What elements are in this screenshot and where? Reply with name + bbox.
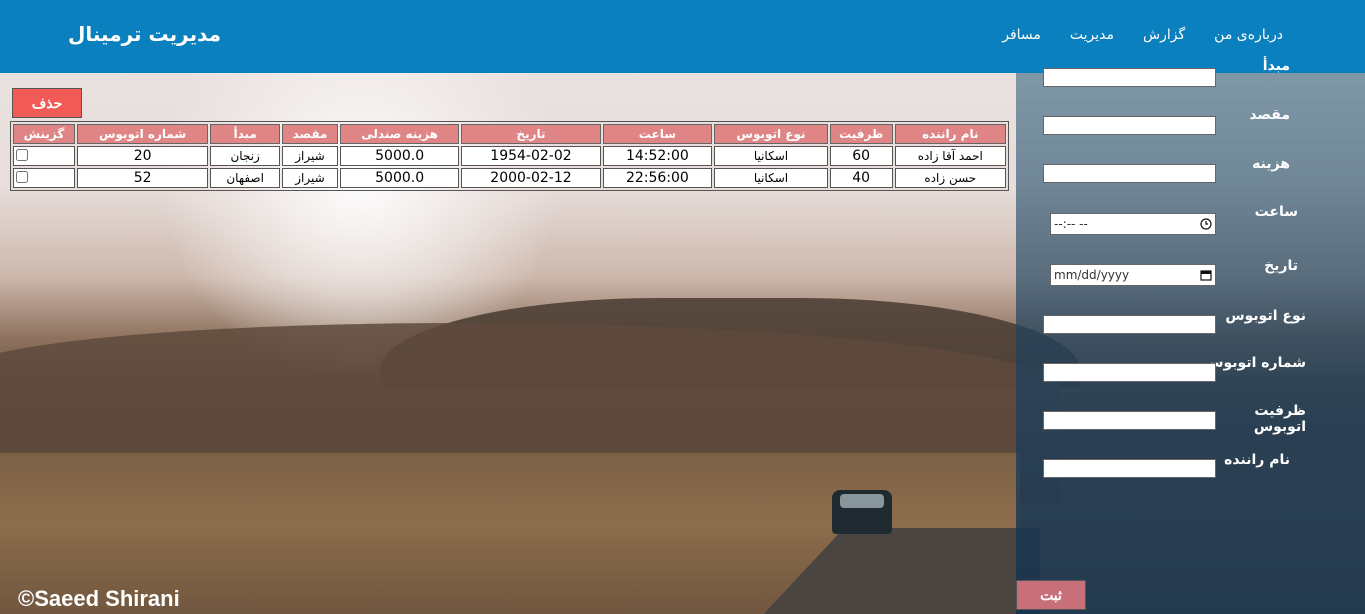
submit-button[interactable]: ثبت — [1016, 580, 1086, 610]
cell-date: 1954-02-02 — [461, 146, 601, 166]
column-header-date: تاریخ — [461, 124, 601, 144]
top-navbar: مدیریت ترمینال درباره‌ی من گزارش مدیریت … — [0, 0, 1365, 73]
column-header-capacity: ظرفیت — [829, 124, 893, 144]
cell-capacity: 60 — [829, 146, 893, 166]
nav-menu: درباره‌ی من گزارش مدیریت مسافر — [1002, 27, 1283, 43]
column-header-bus-number: شماره اتوبوس — [76, 124, 209, 144]
cell-capacity: 40 — [829, 168, 893, 188]
delete-button[interactable]: حذف — [12, 88, 82, 118]
nav-item-management[interactable]: مدیریت — [1070, 27, 1114, 43]
time-input[interactable]: --:-- -- — [1050, 213, 1216, 235]
origin-input[interactable] — [1043, 68, 1216, 87]
cell-time: 14:52:00 — [602, 146, 713, 166]
time-label: ساعت — [1254, 204, 1298, 220]
cell-time: 22:56:00 — [602, 168, 713, 188]
clock-icon[interactable] — [1200, 218, 1212, 230]
table-header-row: نام راننده ظرفیت نوع اتوبوس ساعت تاریخ ه… — [13, 124, 1006, 144]
brand-title: مدیریت ترمینال — [68, 22, 222, 46]
nav-item-about[interactable]: درباره‌ی من — [1214, 27, 1283, 43]
cell-bus-number: 52 — [76, 168, 209, 188]
column-header-seat-cost: هزینه صندلی — [339, 124, 460, 144]
column-header-driver: نام راننده — [894, 124, 1006, 144]
cell-driver: حسن زاده — [894, 168, 1006, 188]
driver-name-input[interactable] — [1043, 459, 1216, 478]
cell-select — [13, 168, 75, 188]
date-input[interactable]: mm/dd/yyyy — [1050, 264, 1216, 286]
cell-date: 2000-02-12 — [461, 168, 601, 188]
row-select-checkbox[interactable] — [16, 170, 28, 183]
date-label: تاریخ — [1264, 258, 1298, 274]
background-car — [832, 490, 892, 534]
cell-bus-type: اسکانیا — [714, 146, 828, 166]
table-row: احمد آقا زاده 60 اسکانیا 14:52:00 1954-0… — [13, 146, 1006, 166]
destination-input[interactable] — [1043, 116, 1216, 135]
bus-capacity-input[interactable] — [1043, 411, 1216, 430]
cell-destination: شیراز — [282, 168, 338, 188]
column-header-bus-type: نوع اتوبوس — [714, 124, 828, 144]
cell-destination: شیراز — [282, 146, 338, 166]
nav-item-passenger[interactable]: مسافر — [1002, 27, 1041, 43]
column-header-time: ساعت — [602, 124, 713, 144]
bus-type-input[interactable] — [1043, 315, 1216, 334]
trips-table: نام راننده ظرفیت نوع اتوبوس ساعت تاریخ ه… — [10, 121, 1009, 191]
date-placeholder: mm/dd/yyyy — [1054, 268, 1130, 282]
nav-item-report[interactable]: گزارش — [1143, 27, 1185, 43]
column-header-origin: مبدأ — [210, 124, 281, 144]
author-credit: ©Saeed Shirani — [18, 586, 180, 611]
cost-label: هزینه — [1252, 156, 1290, 172]
cell-origin: زنجان — [210, 146, 281, 166]
destination-label: مقصد — [1249, 107, 1290, 123]
cell-bus-number: 20 — [76, 146, 209, 166]
table-row: حسن زاده 40 اسکانیا 22:56:00 2000-02-12 … — [13, 168, 1006, 188]
cell-select — [13, 146, 75, 166]
cell-origin: اصفهان — [210, 168, 281, 188]
time-placeholder: --:-- -- — [1054, 217, 1088, 231]
cost-input[interactable] — [1043, 164, 1216, 183]
calendar-icon[interactable] — [1200, 269, 1212, 281]
cell-bus-type: اسکانیا — [714, 168, 828, 188]
bus-number-input[interactable] — [1043, 363, 1216, 382]
cell-driver: احمد آقا زاده — [894, 146, 1006, 166]
column-header-destination: مقصد — [282, 124, 338, 144]
cell-seat-cost: 5000.0 — [339, 146, 460, 166]
column-header-select: گزینش — [13, 124, 75, 144]
form-panel — [1016, 73, 1365, 614]
row-select-checkbox[interactable] — [16, 148, 28, 161]
cell-seat-cost: 5000.0 — [339, 168, 460, 188]
origin-label: مبدأ — [1262, 58, 1290, 74]
